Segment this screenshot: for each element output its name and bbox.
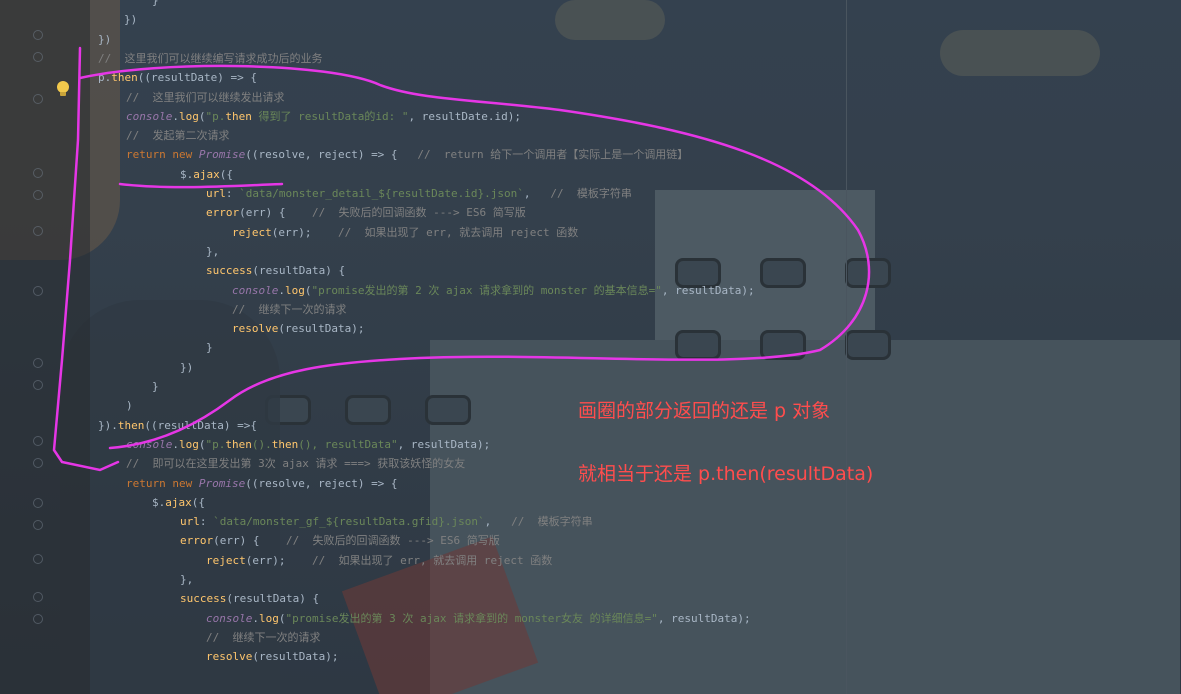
- annotation-note-2: 就相当于还是 p.then(resultData): [578, 463, 874, 485]
- scribble-underline: [118, 182, 284, 189]
- scribble-left-stroke: [52, 46, 120, 472]
- annotation-note-1: 画圈的部分返回的还是 p 对象: [578, 400, 831, 422]
- magenta-circle-annotation: [52, 46, 871, 472]
- scribble-loop-stroke: [78, 64, 871, 450]
